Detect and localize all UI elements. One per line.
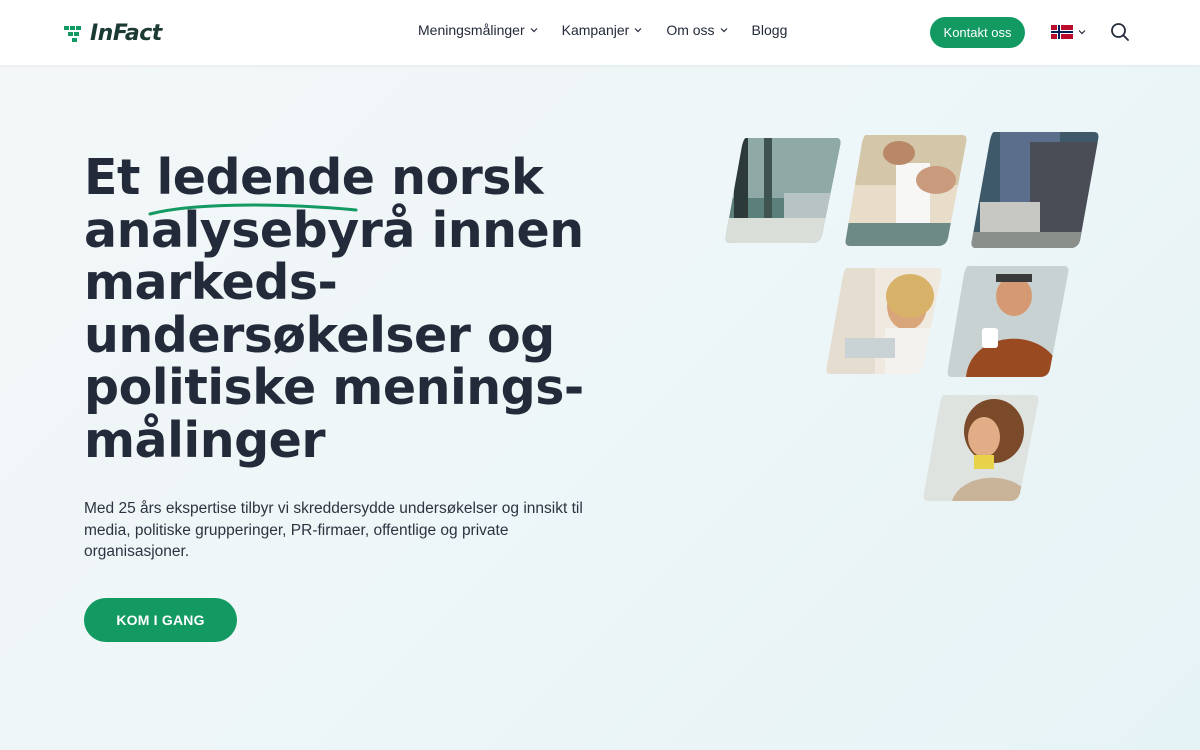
contact-button[interactable]: Kontakt oss: [930, 17, 1025, 48]
nav-item-om-oss[interactable]: Om oss: [666, 22, 727, 38]
site-header: InFact Meningsmålinger Kampanjer Om oss …: [0, 0, 1200, 65]
chevron-down-icon: [634, 28, 642, 33]
get-started-button[interactable]: KOM I GANG: [84, 598, 237, 642]
norway-flag-icon: [1051, 25, 1073, 39]
main-nav: Meningsmålinger Kampanjer Om oss Blogg: [418, 22, 811, 38]
infact-logo[interactable]: InFact: [64, 18, 162, 48]
nav-item-label: Om oss: [666, 22, 715, 38]
search-icon[interactable]: [1110, 22, 1130, 42]
nav-item-label: Meningsmålinger: [418, 22, 525, 38]
nav-item-meningsmalinger[interactable]: Meningsmålinger: [418, 22, 538, 38]
nav-item-kampanjer[interactable]: Kampanjer: [562, 22, 643, 38]
photo-ballot-box: [724, 138, 842, 243]
photo-man-with-mug: [946, 266, 1070, 377]
nav-item-label: Blogg: [751, 22, 788, 38]
chevron-down-icon: [530, 28, 538, 33]
chevron-down-icon: [1078, 30, 1086, 35]
chevron-down-icon: [720, 28, 727, 33]
logo-mark-icon: [64, 26, 81, 42]
photo-man-voting: [970, 132, 1100, 248]
nav-item-blogg[interactable]: Blogg: [752, 22, 788, 38]
headline-part-1: Et: [84, 149, 140, 206]
hero-lead-text: Med 25 års ekspertise tilbyr vi skredder…: [84, 500, 583, 560]
nav-item-label: Kampanjer: [561, 22, 630, 38]
photo-voting-hand: [844, 135, 968, 246]
logo-text: InFact: [90, 20, 162, 46]
photo-woman-with-card: [922, 395, 1040, 501]
highlight-underline-icon: [148, 203, 358, 216]
photo-smiling-woman: [825, 268, 943, 374]
language-selector[interactable]: [1051, 25, 1086, 39]
